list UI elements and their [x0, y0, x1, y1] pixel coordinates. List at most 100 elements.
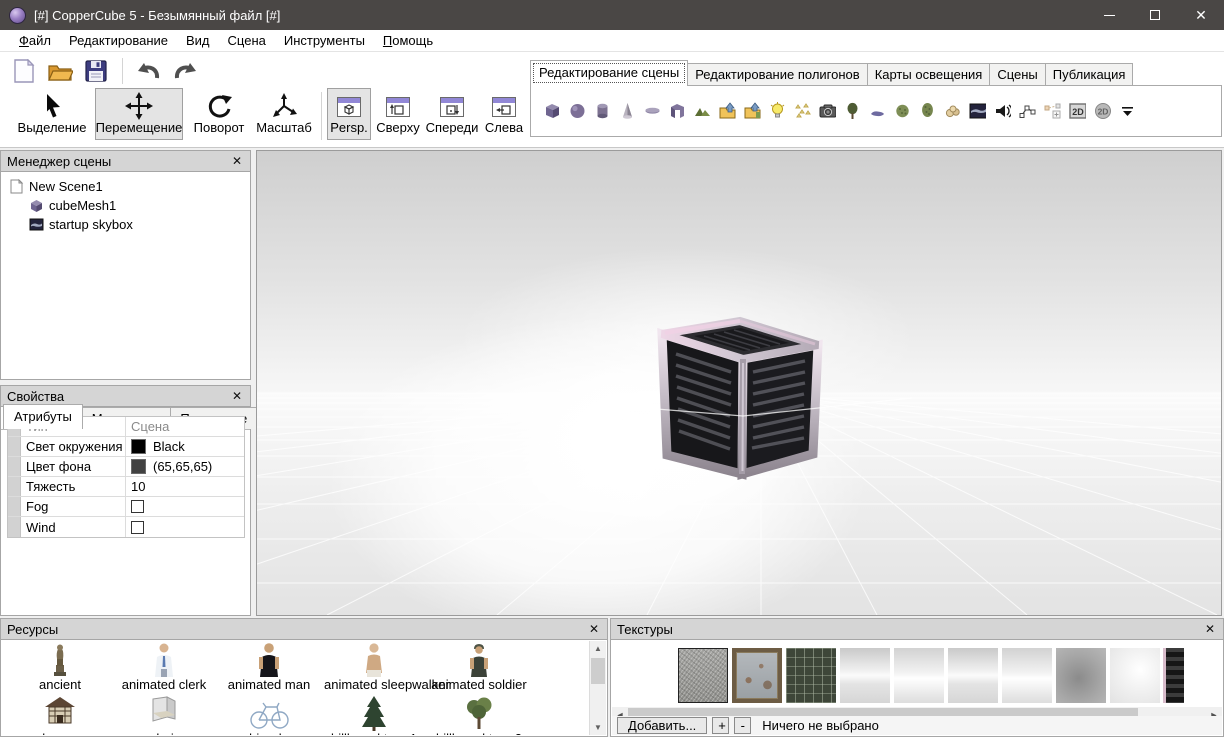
- texture-thumbnail-sky-2[interactable]: [894, 648, 944, 703]
- resource-item[interactable]: bicycle: [219, 697, 319, 735]
- texture-minus-button[interactable]: -: [734, 717, 752, 734]
- menu-scene[interactable]: Сцена: [219, 30, 275, 52]
- add-room-icon[interactable]: [669, 102, 686, 120]
- resources-close-icon[interactable]: ✕: [587, 622, 601, 636]
- resource-label: billboard tree 2: [429, 731, 529, 735]
- resource-item[interactable]: animated soldier: [429, 643, 529, 692]
- tab-polygon-editing[interactable]: Редактирование полигонов: [687, 63, 868, 86]
- menu-edit[interactable]: Редактирование: [60, 30, 177, 52]
- add-2d-overlay-icon[interactable]: 2D: [1069, 102, 1086, 120]
- scene-node-toolbar: 2D 2D: [530, 85, 1222, 137]
- background-color-swatch[interactable]: [131, 459, 146, 474]
- texture-thumbnail-gray[interactable]: [1056, 648, 1106, 703]
- tab-scene-editing[interactable]: Редактирование сцены: [530, 60, 689, 86]
- add-tree-icon[interactable]: [844, 102, 861, 120]
- prop-value-ambient[interactable]: Black: [126, 437, 244, 456]
- view-top-button[interactable]: Сверху: [374, 88, 422, 140]
- add-cube-icon[interactable]: [544, 102, 561, 120]
- redo-button[interactable]: [171, 58, 199, 84]
- scroll-up-icon[interactable]: ▲: [590, 641, 606, 656]
- menu-help[interactable]: Помощь: [374, 30, 442, 52]
- add-stones-icon[interactable]: [944, 102, 961, 120]
- add-plant-icon[interactable]: [919, 102, 936, 120]
- resource-item[interactable]: animated sleepwalker: [324, 643, 450, 692]
- tree-item-scene[interactable]: New Scene1: [5, 177, 246, 196]
- scroll-down-icon[interactable]: ▼: [590, 720, 606, 735]
- add-water-icon[interactable]: [869, 102, 886, 120]
- maximize-button[interactable]: [1132, 0, 1178, 30]
- view-left-button[interactable]: Слева: [482, 88, 526, 140]
- tab-scenes[interactable]: Сцены: [989, 63, 1046, 86]
- resource-item[interactable]: chair: [114, 696, 214, 735]
- tab-lightmaps[interactable]: Карты освещения: [866, 63, 991, 86]
- animated-soldier-thumbnail: [470, 644, 488, 677]
- prop-value-gravity[interactable]: 10: [126, 477, 244, 496]
- resources-scrollbar[interactable]: ▲ ▼: [589, 641, 606, 735]
- add-cylinder-icon[interactable]: [594, 102, 611, 120]
- resource-item[interactable]: house: [10, 697, 110, 735]
- tool-select-button[interactable]: Выделение: [10, 88, 94, 140]
- tab-attributes[interactable]: Атрибуты: [3, 404, 83, 429]
- menu-tools[interactable]: Инструменты: [275, 30, 374, 52]
- texture-thumbnail-sky-1[interactable]: [840, 648, 890, 703]
- tree-item-cubemesh[interactable]: cubeMesh1: [5, 196, 246, 215]
- texture-thumbnail-rust-plate[interactable]: [732, 648, 782, 703]
- texture-thumbnail-sky-4[interactable]: [1002, 648, 1052, 703]
- add-skybox-icon[interactable]: [969, 102, 986, 120]
- resource-item[interactable]: animated clerk: [114, 643, 214, 692]
- add-2d-rotation-icon[interactable]: 2D: [1094, 102, 1111, 120]
- add-path-icon[interactable]: [1019, 102, 1036, 120]
- save-file-button[interactable]: [82, 58, 110, 84]
- tool-scale-button[interactable]: Масштаб: [253, 88, 315, 140]
- minimize-button[interactable]: [1086, 0, 1132, 30]
- prop-value-bgcolor[interactable]: (65,65,65): [126, 457, 244, 476]
- fog-checkbox[interactable]: [131, 500, 144, 513]
- menu-help-rest: омощь: [392, 32, 434, 48]
- tool-move-label: Перемещение: [95, 120, 183, 135]
- add-particle-system-icon[interactable]: [794, 102, 811, 120]
- tool-move-button[interactable]: Перемещение: [95, 88, 183, 140]
- texture-thumbnail-green-grid[interactable]: [786, 648, 836, 703]
- properties-close-icon[interactable]: ✕: [230, 389, 244, 403]
- viewport-3d[interactable]: [256, 150, 1222, 616]
- resource-item[interactable]: billboard tree 1: [324, 696, 424, 735]
- menu-view[interactable]: Вид: [177, 30, 219, 52]
- add-light-icon[interactable]: [769, 102, 786, 120]
- tab-publishing[interactable]: Публикация: [1044, 63, 1134, 86]
- add-camera-icon[interactable]: [819, 102, 836, 120]
- close-button[interactable]: ✕: [1178, 0, 1224, 30]
- import-animated-mesh-icon[interactable]: [744, 102, 761, 120]
- add-bush-icon[interactable]: [894, 102, 911, 120]
- add-connection-icon[interactable]: [1044, 102, 1061, 120]
- texture-thumbnail-light[interactable]: [1110, 648, 1160, 703]
- tree-item-skybox[interactable]: startup skybox: [5, 215, 246, 234]
- ambient-color-swatch[interactable]: [131, 439, 146, 454]
- menu-file[interactable]: Файл: [10, 30, 60, 52]
- textures-close-icon[interactable]: ✕: [1203, 622, 1217, 636]
- view-front-button[interactable]: Спереди: [426, 88, 478, 140]
- wind-checkbox[interactable]: [131, 520, 144, 534]
- add-plane-icon[interactable]: [644, 102, 661, 120]
- add-sound-icon[interactable]: [994, 102, 1011, 120]
- add-sphere-icon[interactable]: [569, 102, 586, 120]
- add-cone-icon[interactable]: [619, 102, 636, 120]
- texture-thumbnail-concrete[interactable]: [678, 648, 728, 703]
- resource-item[interactable]: billboard tree 2: [429, 697, 529, 735]
- texture-thumbnail-crate[interactable]: [1163, 648, 1184, 703]
- resource-item[interactable]: animated man: [219, 643, 319, 692]
- open-file-button[interactable]: [46, 58, 74, 84]
- toolbar-separator: [321, 92, 322, 140]
- new-file-button[interactable]: [10, 58, 38, 84]
- more-nodes-icon[interactable]: [1119, 102, 1136, 120]
- scrollbar-thumb[interactable]: [591, 658, 605, 684]
- add-terrain-icon[interactable]: [694, 102, 711, 120]
- resource-item[interactable]: ancient: [10, 643, 110, 692]
- import-mesh-icon[interactable]: [719, 102, 736, 120]
- texture-plus-button[interactable]: +: [712, 717, 730, 734]
- add-texture-button[interactable]: Добавить...: [617, 717, 708, 734]
- view-persp-button[interactable]: Persp.: [327, 88, 371, 140]
- tool-rotate-button[interactable]: Поворот: [188, 88, 250, 140]
- undo-button[interactable]: [135, 58, 163, 84]
- texture-thumbnail-sky-3[interactable]: [948, 648, 998, 703]
- scene-manager-close-icon[interactable]: ✕: [230, 154, 244, 168]
